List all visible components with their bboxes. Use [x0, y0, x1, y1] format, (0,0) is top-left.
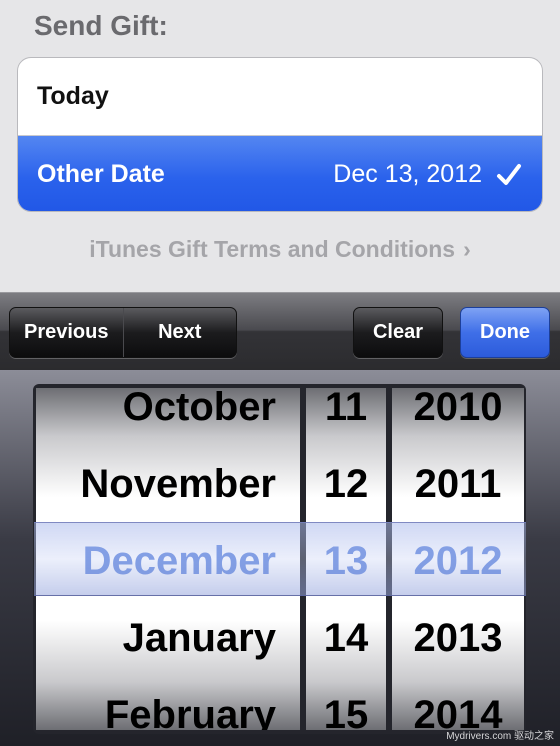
done-button[interactable]: Done	[460, 307, 550, 358]
chevron-right-icon: ›	[463, 236, 471, 262]
section-title: Send Gift:	[34, 10, 168, 41]
year-wheel[interactable]: 2010 2011 2012 2013 2014	[392, 388, 524, 730]
year-item[interactable]: 2010	[392, 388, 524, 446]
month-item[interactable]: January	[36, 600, 300, 677]
next-button[interactable]: Next	[124, 308, 237, 357]
month-wheel[interactable]: October November December January Februa…	[36, 388, 300, 730]
checkmark-icon	[497, 163, 521, 185]
picker-toolbar: Previous Next Clear Done	[0, 292, 560, 370]
previous-button[interactable]: Previous	[10, 308, 123, 357]
option-other-date[interactable]: Other Date Dec 13, 2012	[18, 136, 542, 211]
option-today-label: Today	[37, 82, 109, 110]
send-date-options: Today Other Date Dec 13, 2012	[17, 57, 543, 212]
year-item[interactable]: 2011	[392, 446, 524, 523]
day-item[interactable]: 12	[306, 446, 386, 523]
terms-link-label: iTunes Gift Terms and Conditions	[89, 236, 456, 262]
day-item[interactable]: 15	[306, 677, 386, 730]
day-item-selected[interactable]: 13	[306, 523, 386, 600]
month-item[interactable]: February	[36, 677, 300, 730]
date-picker: October November December January Februa…	[0, 370, 560, 746]
clear-button[interactable]: Clear	[353, 307, 443, 358]
terms-link[interactable]: iTunes Gift Terms and Conditions ›	[0, 236, 560, 263]
watermark: Mydrivers.com 驱动之家	[446, 731, 554, 742]
month-item[interactable]: October	[36, 388, 300, 446]
day-item[interactable]: 14	[306, 600, 386, 677]
month-item-selected[interactable]: December	[36, 523, 300, 600]
month-item[interactable]: November	[36, 446, 300, 523]
year-item-selected[interactable]: 2012	[392, 523, 524, 600]
option-other-date-value: Dec 13, 2012	[333, 160, 482, 188]
option-other-date-label: Other Date	[37, 160, 165, 188]
year-item[interactable]: 2014	[392, 677, 524, 730]
send-gift-section: Send Gift: Today Other Date Dec 13, 2012…	[0, 0, 560, 292]
prev-next-segmented-control: Previous Next	[9, 307, 237, 358]
option-today[interactable]: Today	[18, 58, 542, 136]
day-wheel[interactable]: 11 12 13 14 15	[306, 388, 386, 730]
day-item[interactable]: 11	[306, 388, 386, 446]
year-item[interactable]: 2013	[392, 600, 524, 677]
